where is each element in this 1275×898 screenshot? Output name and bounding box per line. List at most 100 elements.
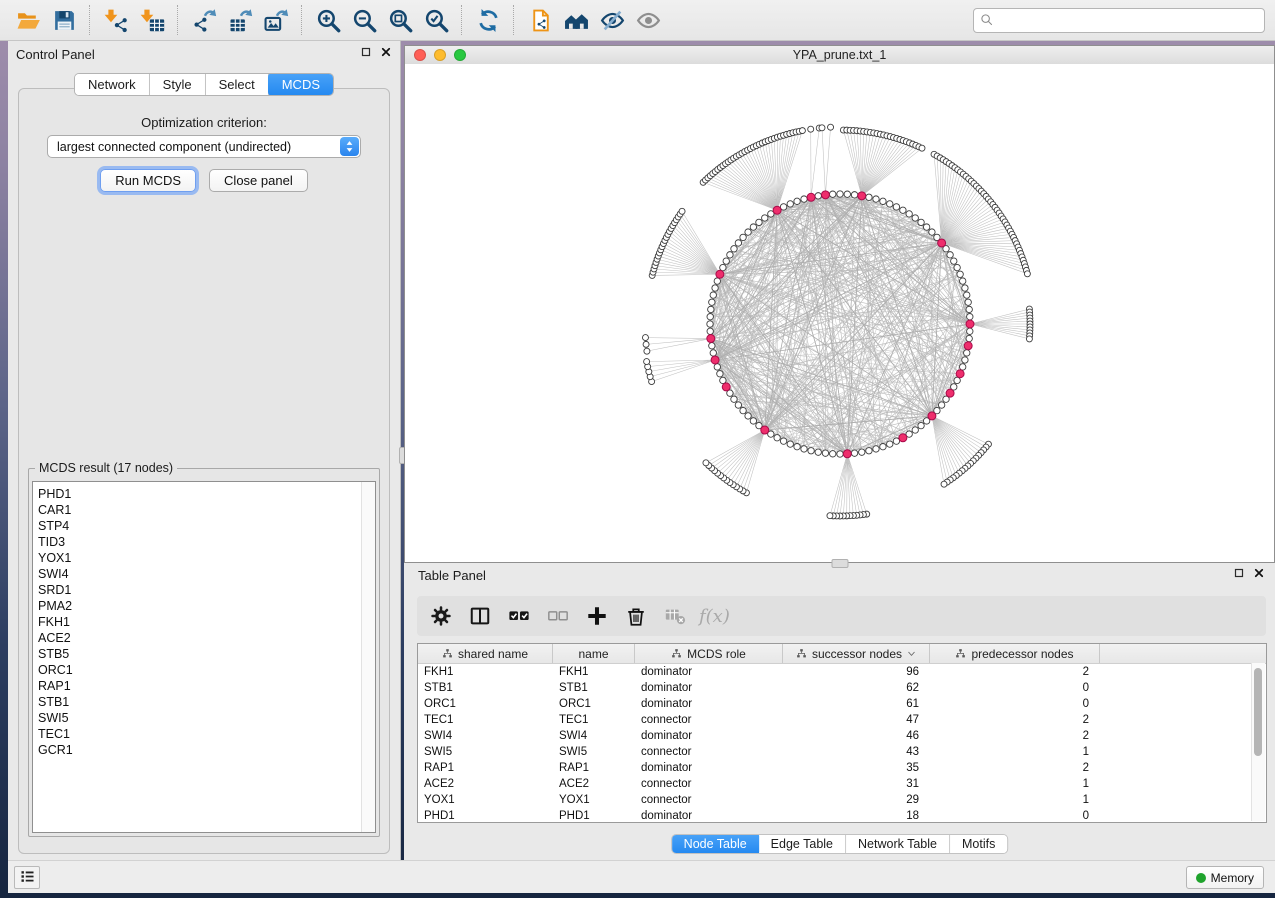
cell: FKH1 [418,664,553,680]
import-network-button[interactable] [98,4,134,36]
close-panel-button[interactable]: Close panel [209,169,308,192]
table-panel-tabs: Node TableEdge TableNetwork TableMotifs [671,834,1009,854]
memory-button[interactable]: Memory [1186,866,1264,889]
task-history-button[interactable] [14,866,40,889]
mcds-list-scrollbar[interactable] [361,482,375,832]
add-column-button[interactable] [582,601,612,631]
settings-gear-button[interactable] [426,601,456,631]
tab-network[interactable]: Network [75,74,150,95]
mcds-result-item[interactable]: STB5 [33,646,375,662]
run-mcds-button[interactable]: Run MCDS [100,169,196,192]
mcds-result-item[interactable]: RAP1 [33,678,375,694]
table-row[interactable]: TEC1TEC1connector472 [418,712,1266,728]
deselect-all-button[interactable] [543,601,573,631]
show-columns-button[interactable] [465,601,495,631]
table-row[interactable]: RAP1RAP1dominator352 [418,760,1266,776]
optimization-criterion-select[interactable]: largest connected component (undirected) [47,135,361,158]
cell: dominator [635,808,783,823]
refresh-layout-button[interactable] [470,4,506,36]
tree-icon [796,648,807,659]
select-stepper-icon [340,137,359,156]
cell: SWI4 [553,728,635,744]
zoom-in-button[interactable] [310,4,346,36]
float-panel-icon[interactable] [360,46,372,58]
table-row[interactable]: SWI5SWI5connector431 [418,744,1266,760]
network-window-titlebar[interactable]: YPA_prune.txt_1 [405,46,1274,65]
float-panel-icon[interactable] [1233,567,1245,579]
import-table-button[interactable] [134,4,170,36]
select-all-button[interactable] [504,601,534,631]
zoom-fit-icon [388,8,413,33]
network-overview-button[interactable] [558,4,594,36]
node-table: shared namenameMCDS rolesuccessor nodesp… [417,643,1267,823]
column-header-shared-name[interactable]: shared name [418,644,553,663]
tab-edge-table[interactable]: Edge Table [759,835,846,853]
mcds-result-item[interactable]: PHD1 [33,486,375,502]
main-toolbar [0,0,1275,41]
mcds-result-item[interactable]: CAR1 [33,502,375,518]
mcds-result-item[interactable]: PMA2 [33,598,375,614]
delete-column-button[interactable] [621,601,651,631]
mcds-result-item[interactable]: FKH1 [33,614,375,630]
mcds-result-item[interactable]: YOX1 [33,550,375,566]
table-row[interactable]: FKH1FKH1dominator962 [418,664,1266,680]
mcds-result-item[interactable]: STB1 [33,694,375,710]
table-row[interactable]: STB1STB1dominator620 [418,680,1266,696]
column-header-filler [1100,644,1266,663]
horizontal-splitter-grip[interactable] [831,559,848,568]
save-session-button[interactable] [46,4,82,36]
tab-mcds[interactable]: MCDS [268,73,334,96]
table-row[interactable]: SWI4SWI4dominator462 [418,728,1266,744]
control-panel-title: Control Panel [16,47,95,62]
cell: RAP1 [418,760,553,776]
zoom-selected-button[interactable] [418,4,454,36]
tab-select[interactable]: Select [206,74,269,95]
column-header-successor-nodes[interactable]: successor nodes [783,644,930,663]
mcds-result-item[interactable]: ORC1 [33,662,375,678]
open-file-button[interactable] [10,4,46,36]
cell: ACE2 [418,776,553,792]
cell: 0 [930,680,1100,696]
tab-node-table[interactable]: Node Table [671,834,760,854]
search-input[interactable] [973,8,1265,33]
tab-network-table[interactable]: Network Table [846,835,950,853]
zoom-out-button[interactable] [346,4,382,36]
column-header-name[interactable]: name [553,644,635,663]
network-overview-icon [564,8,589,33]
tab-style[interactable]: Style [150,74,206,95]
cell: ORC1 [418,696,553,712]
show-graphics-button[interactable] [630,4,666,36]
export-network-button[interactable] [186,4,222,36]
table-row[interactable]: ORC1ORC1dominator610 [418,696,1266,712]
mcds-result-item[interactable]: SWI5 [33,710,375,726]
table-row[interactable]: PHD1PHD1dominator180 [418,808,1266,823]
hide-graphics-button[interactable] [594,4,630,36]
column-header-MCDS-role[interactable]: MCDS role [635,644,783,663]
mcds-result-item[interactable]: GCR1 [33,742,375,758]
mcds-result-item[interactable]: ACE2 [33,630,375,646]
zoom-fit-button[interactable] [382,4,418,36]
close-panel-icon[interactable] [1253,567,1265,579]
mcds-result-item[interactable]: SRD1 [33,582,375,598]
close-panel-icon[interactable] [380,46,392,58]
cell: 62 [783,680,930,696]
share-document-button[interactable] [522,4,558,36]
mcds-result-item[interactable]: SWI4 [33,566,375,582]
table-row[interactable]: ACE2ACE2connector311 [418,776,1266,792]
network-window: YPA_prune.txt_1 [404,45,1275,563]
export-table-button[interactable] [222,4,258,36]
table-scrollbar[interactable] [1251,663,1265,821]
network-canvas[interactable] [405,64,1274,562]
table-scrollbar-thumb[interactable] [1254,668,1262,756]
cell: 1 [930,744,1100,760]
column-header-predecessor-nodes[interactable]: predecessor nodes [930,644,1100,663]
import-table-icon [140,8,165,33]
table-row[interactable]: YOX1YOX1connector291 [418,792,1266,808]
export-image-button[interactable] [258,4,294,36]
cell: PHD1 [553,808,635,823]
mcds-result-item[interactable]: STP4 [33,518,375,534]
mcds-result-item[interactable]: TEC1 [33,726,375,742]
mcds-result-item[interactable]: TID3 [33,534,375,550]
cell: 1 [930,776,1100,792]
tab-motifs[interactable]: Motifs [950,835,1007,853]
